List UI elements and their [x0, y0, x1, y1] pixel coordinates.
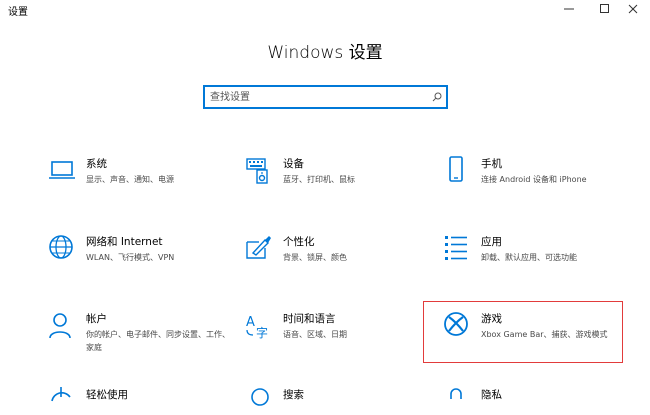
close-icon [628, 4, 638, 14]
tile-gaming[interactable]: 游戏 Xbox Game Bar、捕获、游戏模式 [443, 311, 633, 359]
tile-label: 游戏 [481, 313, 502, 325]
tile-desc: 背景、锁屏、颜色 [283, 253, 347, 262]
tile-apps[interactable]: 应用 卸载、默认应用、可选功能 [443, 234, 633, 274]
tile-accounts[interactable]: 帐户 你的帐户、电子邮件、同步设置、工作、家庭 [48, 311, 238, 359]
title-bar: 设置 [0, 0, 650, 18]
tile-desc: 显示、声音、通知、电源 [86, 175, 174, 184]
svg-text:字: 字 [256, 325, 268, 339]
tile-time-language[interactable]: A 字 时间和语言 语音、区域、日期 [245, 311, 435, 351]
tile-personalization[interactable]: 个性化 背景、锁屏、颜色 [245, 234, 435, 274]
page-title: Windows 设置 [267, 43, 383, 63]
tile-label: 设备 [283, 158, 304, 170]
tile-label: 系统 [86, 158, 107, 170]
globe-icon [49, 235, 73, 259]
tile-system[interactable]: 系统 显示、声音、通知、电源 [48, 156, 238, 196]
tile-desc: 蓝牙、打印机、鼠标 [283, 175, 355, 184]
tile-desc: 你的帐户、电子邮件、同步设置、工作、家庭 [86, 330, 230, 352]
search-circle-icon [251, 388, 269, 406]
apps-list-icon [445, 236, 467, 260]
tile-search[interactable]: 搜索 [245, 387, 435, 407]
tile-desc: Xbox Game Bar、捕获、游戏模式 [481, 330, 608, 339]
tile-ease-of-access[interactable]: 轻松使用 [48, 387, 238, 407]
tile-desc: 语音、区域、日期 [283, 330, 347, 339]
tile-desc: 卸载、默认应用、可选功能 [481, 253, 577, 262]
search-box[interactable] [203, 85, 448, 109]
tile-privacy[interactable]: 隐私 [443, 387, 633, 407]
tile-label: 应用 [481, 236, 502, 248]
maximize-icon [600, 4, 609, 13]
phone-icon [449, 156, 463, 182]
search-icon[interactable] [428, 88, 446, 106]
paint-brush-icon [246, 236, 271, 259]
tile-desc: WLAN、飞行模式、VPN [86, 253, 175, 262]
tile-label: 帐户 [86, 313, 107, 325]
laptop-icon [49, 161, 75, 179]
xbox-icon [444, 312, 468, 336]
window-title: 设置 [8, 7, 28, 18]
tile-phone[interactable]: 手机 连接 Android 设备和 iPhone [443, 156, 633, 196]
tile-desc: 连接 Android 设备和 iPhone [481, 175, 587, 184]
search-input[interactable] [205, 87, 428, 107]
tile-network[interactable]: 网络和 Internet WLAN、飞行模式、VPN [48, 234, 238, 274]
minimize-button[interactable] [552, 0, 586, 18]
tile-devices[interactable]: 设备 蓝牙、打印机、鼠标 [245, 156, 435, 196]
minimize-icon [564, 8, 574, 10]
time-language-icon: A 字 [246, 315, 268, 339]
close-button[interactable] [616, 0, 650, 18]
tile-label: 手机 [481, 158, 502, 170]
lock-icon [450, 388, 462, 399]
tile-label: 时间和语言 [283, 313, 336, 325]
tile-label: 网络和 Internet [86, 236, 163, 248]
svg-text:A: A [246, 315, 255, 330]
ease-of-access-icon [51, 387, 71, 402]
keyboard-speaker-icon [246, 158, 268, 184]
person-icon [49, 313, 71, 339]
tile-label: 个性化 [283, 236, 315, 248]
